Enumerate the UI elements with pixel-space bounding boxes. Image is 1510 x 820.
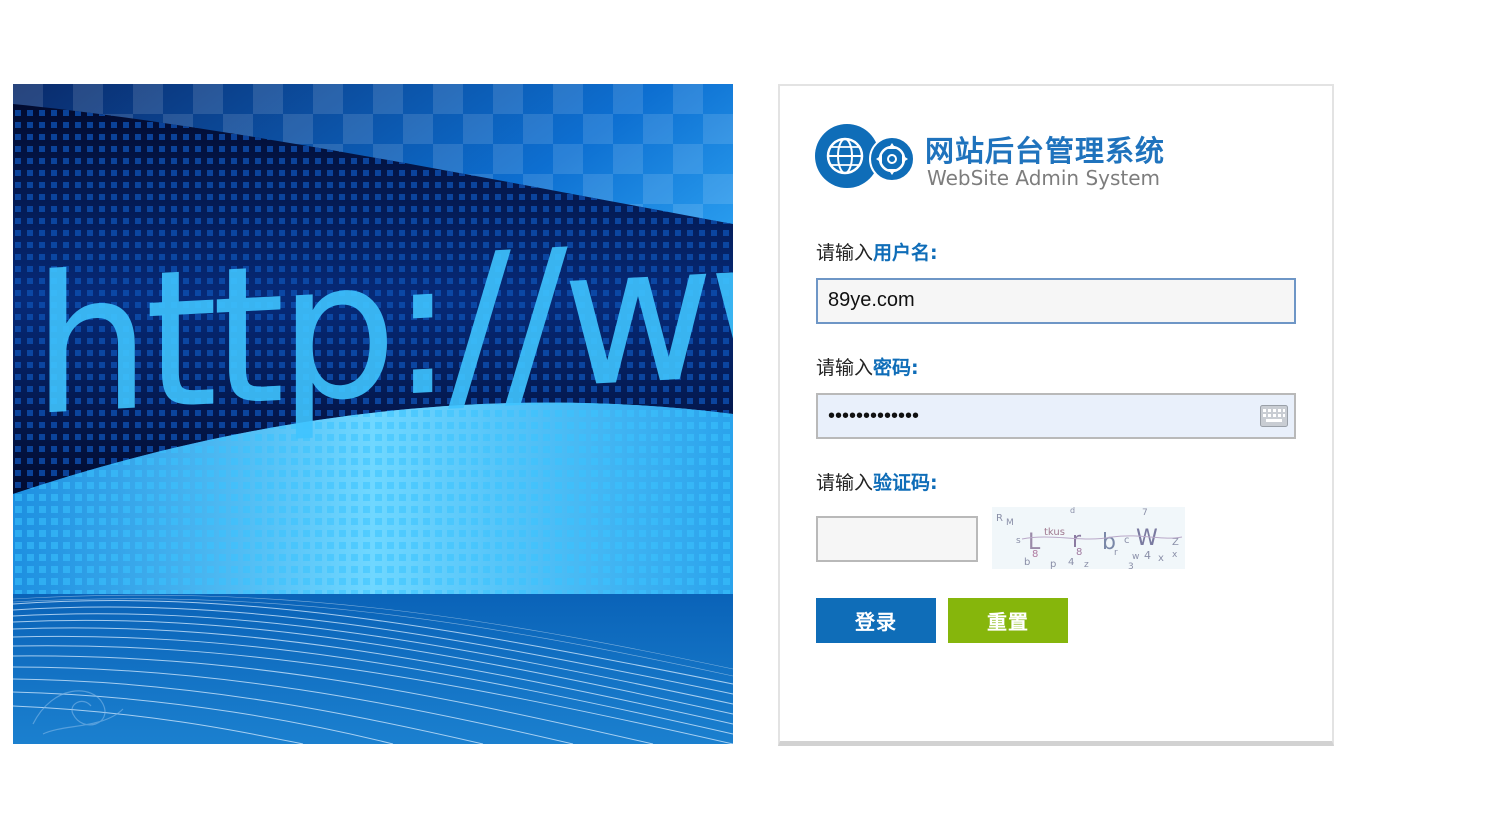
svg-text:b: b [1024, 557, 1030, 568]
svg-text:w: w [1132, 552, 1139, 562]
login-page: http://www. 网站后台管理系统 WebSite Admin Syste… [0, 0, 1510, 820]
password-label-prefix: 请输入 [816, 357, 874, 379]
svg-text:d: d [1070, 507, 1075, 515]
captcha-label: 请输入验证码: [816, 468, 938, 495]
svg-text:x: x [1172, 550, 1178, 560]
svg-text:3: 3 [1128, 562, 1134, 569]
login-panel: 网站后台管理系统 WebSite Admin System 请输入用户名: 89… [778, 84, 1334, 746]
password-value: ••••••••••••• [828, 405, 920, 427]
captcha-label-prefix: 请输入 [816, 472, 874, 494]
captcha-image[interactable]: R M d 7 s L tkus r b c W Z 8 8 b p 4 z r… [992, 507, 1185, 569]
svg-text:s: s [1016, 536, 1021, 546]
logo-title: 网站后台管理系统 [925, 134, 1166, 168]
keyboard-icon[interactable] [1260, 405, 1288, 427]
password-input[interactable]: ••••••••••••• [816, 393, 1296, 439]
svg-text:M: M [1006, 518, 1014, 528]
username-label-text: 用户名: [873, 242, 938, 264]
svg-text:8: 8 [1076, 547, 1082, 558]
captcha-input[interactable] [816, 516, 978, 562]
svg-text:r: r [1114, 548, 1118, 558]
svg-text:R: R [996, 513, 1003, 524]
svg-text:8: 8 [1032, 549, 1038, 560]
captcha-label-text: 验证码: [873, 472, 938, 494]
svg-text:7: 7 [1142, 508, 1148, 518]
username-input[interactable]: 89ye.com [816, 278, 1296, 324]
svg-text:x: x [1158, 553, 1164, 564]
username-label-prefix: 请输入 [816, 242, 874, 264]
password-label: 请输入密码: [816, 353, 919, 380]
svg-text:z: z [1084, 560, 1089, 569]
svg-text:4: 4 [1144, 549, 1151, 562]
username-label: 请输入用户名: [816, 238, 938, 265]
hero-image: http://www. [13, 84, 733, 744]
login-button[interactable]: 登录 [816, 598, 936, 643]
password-label-text: 密码: [873, 357, 919, 379]
svg-text:Z: Z [1172, 537, 1179, 548]
logo-subtitle: WebSite Admin System [927, 166, 1161, 190]
svg-text:W: W [1136, 526, 1158, 551]
svg-text:p: p [1050, 559, 1056, 569]
svg-text:tkus: tkus [1044, 527, 1065, 538]
username-value: 89ye.com [828, 289, 915, 311]
site-logo: 网站后台管理系统 WebSite Admin System [815, 122, 1195, 194]
reset-button[interactable]: 重置 [948, 598, 1068, 643]
settings-compass-icon [869, 136, 915, 182]
svg-text:4: 4 [1068, 557, 1074, 568]
svg-text:c: c [1124, 535, 1130, 546]
